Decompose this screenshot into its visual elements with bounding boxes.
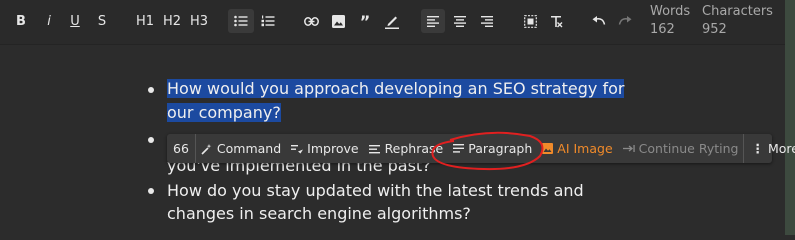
words-label: Words bbox=[650, 4, 691, 19]
improve-icon bbox=[291, 144, 304, 154]
redo-button[interactable] bbox=[614, 9, 636, 33]
characters-label: Characters bbox=[702, 4, 773, 19]
list-item-line[interactable]: our company? bbox=[167, 102, 281, 124]
clear-format-button[interactable] bbox=[545, 9, 567, 33]
highlight-button[interactable] bbox=[382, 9, 402, 33]
clear-format-icon bbox=[550, 15, 562, 27]
bullet-list-icon bbox=[234, 15, 248, 27]
link-icon bbox=[303, 16, 319, 26]
count-badge: 66 bbox=[167, 134, 196, 163]
words-count: 162 bbox=[650, 22, 675, 37]
heading1-button[interactable]: H1 bbox=[133, 9, 157, 33]
list-item-line[interactable]: changes in search engine algorithms? bbox=[167, 203, 471, 225]
bullet-marker bbox=[148, 87, 154, 93]
rephrase-button[interactable]: Rephrase bbox=[364, 134, 449, 163]
command-button[interactable]: Command bbox=[196, 134, 286, 163]
image-icon bbox=[331, 14, 345, 28]
select-all-button[interactable] bbox=[519, 9, 541, 33]
characters-count: 952 bbox=[702, 22, 727, 37]
continue-writing-button[interactable]: Continue Ryting bbox=[618, 134, 745, 163]
continue-icon bbox=[622, 144, 635, 153]
align-right-button[interactable] bbox=[476, 9, 498, 33]
bold-button[interactable]: B bbox=[12, 9, 30, 33]
image-button[interactable] bbox=[328, 9, 348, 33]
align-left-icon bbox=[427, 15, 439, 27]
align-left-button[interactable] bbox=[421, 9, 445, 33]
paragraph-icon bbox=[453, 144, 465, 153]
ai-toolbar-popup: 66 Command Improve Rephrase Paragraph AI… bbox=[167, 134, 795, 163]
image-icon bbox=[542, 143, 554, 154]
list-item-line[interactable]: How would you approach developing an SEO… bbox=[167, 78, 625, 100]
improve-button[interactable]: Improve bbox=[286, 134, 363, 163]
link-button[interactable] bbox=[301, 9, 321, 33]
pen-icon bbox=[385, 16, 399, 29]
strikethrough-button[interactable]: S bbox=[93, 9, 111, 33]
side-decoration bbox=[785, 0, 795, 235]
numbered-list-icon bbox=[261, 15, 275, 27]
more-vertical-icon: ⋮ bbox=[751, 141, 764, 156]
underline-button[interactable]: U bbox=[66, 9, 84, 33]
more-button[interactable]: ⋮More bbox=[744, 134, 795, 163]
bullet-list-button[interactable] bbox=[228, 9, 254, 33]
heading3-button[interactable]: H3 bbox=[187, 9, 211, 33]
bullet-marker bbox=[148, 137, 154, 143]
italic-button[interactable]: i bbox=[40, 9, 58, 33]
align-center-button[interactable] bbox=[449, 9, 471, 33]
heading2-button[interactable]: H2 bbox=[160, 9, 184, 33]
ai-image-button[interactable]: AI Image bbox=[537, 134, 617, 163]
undo-button[interactable] bbox=[588, 9, 610, 33]
quote-button[interactable]: ” bbox=[355, 9, 375, 33]
quote-icon: ” bbox=[359, 11, 371, 31]
formatting-toolbar: B i U S H1 H2 H3 ” Words 162 Characters … bbox=[0, 0, 795, 45]
numbered-list-button[interactable] bbox=[256, 9, 280, 33]
rephrase-icon bbox=[368, 144, 381, 154]
redo-icon bbox=[618, 16, 632, 25]
undo-icon bbox=[592, 16, 606, 25]
align-center-icon bbox=[454, 15, 466, 27]
select-all-icon bbox=[523, 14, 537, 28]
list-item-line[interactable]: How do you stay updated with the latest … bbox=[167, 180, 584, 202]
align-right-icon bbox=[481, 15, 493, 27]
paragraph-button[interactable]: Paragraph bbox=[448, 134, 537, 163]
magic-wand-icon bbox=[201, 143, 213, 155]
bullet-marker bbox=[148, 188, 154, 194]
